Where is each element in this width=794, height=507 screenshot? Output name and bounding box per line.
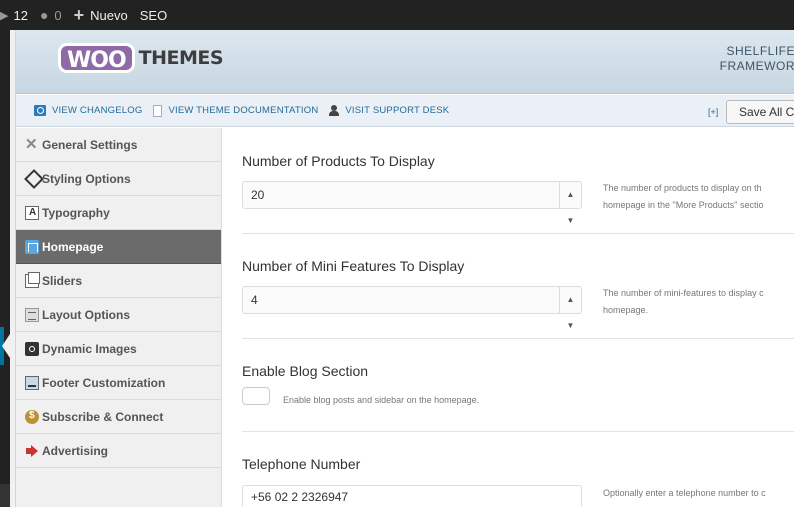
section-divider: [242, 338, 794, 339]
nav-item-layout-options[interactable]: Layout Options: [16, 298, 221, 332]
view-changelog-link[interactable]: View Changelog: [34, 105, 142, 116]
setting-description: The number of mini-features to display c…: [603, 285, 794, 319]
setting-title: Number of Products To Display: [242, 153, 435, 169]
section-divider: [242, 431, 794, 432]
setting-title: Number of Mini Features To Display: [242, 258, 465, 274]
slides-icon: [25, 272, 40, 288]
updates-count: 12: [13, 7, 28, 23]
camera-icon: [25, 342, 39, 356]
nav-item-label: Homepage: [42, 239, 104, 254]
view-documentation-label: View Theme Documentation: [168, 105, 319, 116]
nav-item-label: Layout Options: [42, 307, 130, 322]
nav-item-typography[interactable]: Typography: [16, 196, 221, 230]
theme-name: SHELFLIFE: [726, 44, 794, 58]
options-subbar: View Changelog View Theme Documentation …: [16, 95, 794, 127]
setting-description: Optionally enter a telephone number to c: [603, 485, 794, 502]
nav-item-homepage[interactable]: Homepage: [16, 230, 221, 264]
nav-item-label: General Settings: [42, 137, 138, 152]
select-arrows-icon: ▲ ▼: [559, 287, 581, 330]
footer-icon: [25, 376, 39, 390]
visit-support-label: Visit Support Desk: [345, 105, 450, 116]
nav-item-sliders[interactable]: Sliders: [16, 264, 221, 298]
nav-item-subscribe-connect[interactable]: Subscribe & Connect: [16, 400, 221, 434]
select-value: 20: [251, 188, 265, 202]
view-changelog-label: View Changelog: [52, 105, 143, 116]
nav-item-label: Dynamic Images: [42, 341, 137, 356]
visit-support-link[interactable]: Visit Support Desk: [329, 105, 449, 116]
save-all-button[interactable]: Save All Ch: [726, 100, 794, 124]
enable-blog-label: Enable blog posts and sidebar on the hom…: [283, 395, 480, 405]
nav-item-footer-customization[interactable]: Footer Customization: [16, 366, 221, 400]
options-content: Number of Products To Display 20 ▲ ▼ The …: [222, 128, 794, 507]
setting-mini-features: Number of Mini Features To Display 4 ▲ ▼ …: [242, 258, 794, 330]
nav-item-dynamic-images[interactable]: Dynamic Images: [16, 332, 221, 366]
nav-item-label: Footer Customization: [42, 375, 166, 390]
description-line: homepage.: [603, 305, 649, 315]
wp-admin-sidebar-lower: [0, 484, 10, 507]
nav-item-label: Styling Options: [42, 171, 131, 186]
logo-woo-text: WOO: [58, 43, 135, 73]
enable-blog-checkbox[interactable]: [242, 387, 270, 405]
logo-themes-text: THEMES: [138, 47, 224, 69]
megaphone-icon: [25, 444, 39, 458]
setting-products: Number of Products To Display 20 ▲ ▼ The …: [242, 153, 794, 225]
plus-icon: +: [73, 5, 85, 25]
nav-item-label: Sliders: [42, 273, 83, 288]
select-value: 4: [251, 293, 258, 307]
options-nav: General Settings Styling Options Typogra…: [16, 128, 222, 507]
document-icon: [153, 104, 163, 117]
nav-item-styling-options[interactable]: Styling Options: [16, 162, 221, 196]
description-line: homepage in the "More Products" sectio: [603, 200, 764, 210]
support-user-icon: [329, 105, 340, 116]
updates-icon: ▶: [0, 9, 9, 22]
layout-icon: [25, 308, 39, 322]
description-line: The number of mini-features to display c: [603, 288, 764, 298]
section-divider: [242, 233, 794, 234]
nav-item-general-settings[interactable]: General Settings: [16, 128, 221, 162]
nav-item-advertising[interactable]: Advertising: [16, 434, 221, 468]
description-line: Optionally enter a telephone number to c: [603, 488, 766, 498]
products-count-select[interactable]: 20 ▲ ▼: [242, 181, 582, 225]
paint-bucket-icon: [24, 169, 44, 189]
new-content-menu[interactable]: + Nuevo: [68, 0, 134, 30]
nav-item-label: Subscribe & Connect: [42, 409, 164, 424]
setting-description: The number of products to display on th …: [603, 180, 794, 214]
woo-header: WOO THEMES SHELFLIFE FRAMEWOR: [16, 30, 794, 94]
seo-menu[interactable]: SEO: [134, 0, 173, 30]
seo-label: SEO: [139, 7, 168, 23]
telephone-input[interactable]: +56 02 2 2326947: [242, 485, 582, 507]
mini-features-count-select[interactable]: 4 ▲ ▼: [242, 286, 582, 330]
comment-icon: ●: [39, 7, 49, 23]
wp-admin-sidebar: [0, 30, 10, 507]
setting-title: Telephone Number: [242, 456, 361, 472]
framework-version: FRAMEWOR: [719, 59, 794, 73]
nav-item-label: Typography: [42, 205, 110, 220]
nav-item-label: Advertising: [42, 443, 109, 458]
expand-all-toggle[interactable]: [+]: [708, 107, 718, 117]
woothemes-logo: WOO THEMES: [58, 38, 224, 78]
current-menu-arrow-icon: [2, 334, 10, 358]
tools-icon: [25, 135, 39, 153]
changelog-icon: [34, 105, 46, 116]
home-icon: [25, 240, 39, 254]
view-documentation-link[interactable]: View Theme Documentation: [153, 104, 319, 117]
admin-bar: ▶ 12 ● 0 + Nuevo SEO: [0, 0, 794, 30]
comments-menu[interactable]: ● 0: [34, 0, 68, 30]
typography-icon: [25, 206, 39, 220]
setting-telephone: Telephone Number +56 02 2 2326947 Option…: [242, 456, 794, 507]
coins-icon: [25, 410, 39, 424]
description-line: The number of products to display on th: [603, 183, 762, 193]
theme-info: SHELFLIFE FRAMEWOR: [720, 44, 794, 74]
select-arrows-icon: ▲ ▼: [559, 182, 581, 225]
setting-title: Enable Blog Section: [242, 363, 369, 379]
new-label: Nuevo: [90, 7, 128, 23]
setting-blog-section: Enable Blog Section Enable blog posts an…: [242, 363, 794, 413]
updates-menu[interactable]: ▶ 12: [0, 0, 34, 30]
comments-count: 0: [54, 7, 62, 23]
